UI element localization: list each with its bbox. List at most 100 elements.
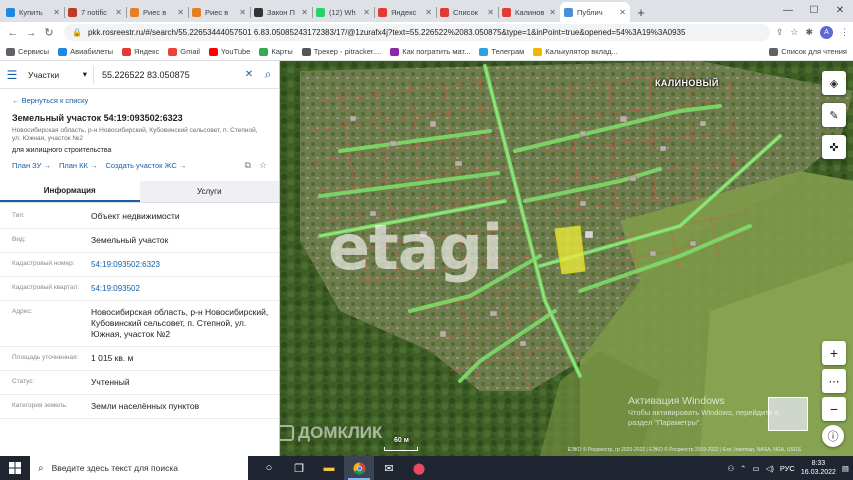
network-icon[interactable]: ▭ (752, 464, 759, 473)
bookmark-label: Трекер - pitracker.... (313, 47, 382, 56)
share-icon[interactable]: ⇪ (776, 27, 784, 38)
bookmark-favicon-icon (301, 47, 311, 56)
tab-close-icon[interactable]: ✕ (177, 8, 184, 17)
bookmark-item[interactable]: YouTube (208, 47, 250, 56)
file-explorer-icon[interactable]: ▬ (314, 456, 344, 480)
more-options-icon[interactable]: ⋯ (822, 369, 846, 393)
bookmark-item[interactable]: Gmail (168, 47, 200, 56)
bookmark-item[interactable]: Как погратить мат... (390, 47, 470, 56)
bookmark-item[interactable]: Трекер - pitracker.... (301, 47, 382, 56)
bookmark-item[interactable]: Сервисы (6, 47, 49, 56)
bookmark-item[interactable]: Авиабилеты (58, 47, 113, 56)
tab-title: Список (453, 7, 478, 17)
zoom-in-button[interactable]: + (822, 341, 846, 365)
tab-close-icon[interactable]: ✕ (115, 8, 122, 17)
notifications-icon[interactable]: ▤ (842, 464, 849, 473)
drop-app-icon[interactable]: ⬤ (404, 456, 434, 480)
tab-close-icon[interactable]: ✕ (363, 8, 370, 17)
property-row: Статус: Учтенный (0, 371, 279, 395)
browser-tab[interactable]: Список ✕ (436, 2, 498, 22)
search-icon[interactable]: ⌕ (257, 67, 279, 82)
tab-close-icon[interactable]: ✕ (549, 8, 556, 17)
bookmark-item[interactable]: Калькулятор вклад... (533, 47, 618, 56)
tab-title: Купить (19, 7, 43, 17)
tab-close-icon[interactable]: ✕ (425, 8, 432, 17)
browser-tab[interactable]: Яндекс ✕ (374, 2, 436, 22)
taskbar-search[interactable]: ⌕ Введите здесь текст для поиска (30, 456, 248, 480)
close-window-icon[interactable]: ✕ (827, 0, 853, 20)
browser-tab[interactable]: Закон П ✕ (250, 2, 312, 22)
volume-icon[interactable]: ◁) (766, 464, 774, 473)
plan-kk-link[interactable]: План КК → (59, 161, 98, 170)
mail-icon[interactable]: ✉ (374, 456, 404, 480)
bookmark-item[interactable]: Карты (259, 47, 293, 56)
language-indicator[interactable]: РУС (780, 464, 795, 473)
property-label: Кадастровый квартал: (12, 284, 80, 291)
browser-tab[interactable]: 7 notific ✕ (64, 2, 126, 22)
people-icon[interactable]: ⚇ (727, 464, 734, 473)
extensions-icon[interactable]: ✱ (805, 27, 813, 38)
tray-chevron-icon[interactable]: ⌃ (740, 464, 746, 473)
domclick-logo-icon (280, 425, 294, 441)
bookmark-star-icon[interactable]: ☆ (790, 27, 798, 38)
address-bar[interactable]: 🔒 pkk.rosreestr.ru/#/search/55.226534440… (64, 24, 770, 41)
plan-zu-link[interactable]: План ЗУ → (12, 161, 51, 170)
zoom-out-button[interactable]: − (822, 397, 846, 421)
chrome-icon[interactable] (344, 456, 374, 480)
property-value: Земли населённых пунктов (91, 401, 200, 411)
bookmark-label: Карты (271, 47, 293, 56)
cortana-icon[interactable]: ○ (254, 456, 284, 480)
layers-icon[interactable]: ◈ (822, 71, 846, 95)
tab-close-icon[interactable]: ✕ (619, 8, 626, 17)
clear-icon[interactable]: ✕ (241, 69, 257, 80)
tab-close-icon[interactable]: ✕ (487, 8, 494, 17)
maximize-icon[interactable]: ☐ (801, 0, 827, 20)
browser-tab[interactable]: (12) Wh ✕ (312, 2, 374, 22)
tab-title: (12) Wh (329, 7, 356, 17)
hamburger-icon[interactable]: ☰ (0, 68, 24, 82)
browser-tab[interactable]: Публич ✕ (560, 2, 630, 22)
create-parcel-link[interactable]: Создать участок ЖС → (105, 161, 186, 170)
map-info-icon[interactable]: ⓘ (822, 425, 844, 447)
bookmark-favicon-icon (122, 47, 132, 56)
browser-tab[interactable]: Риес в ✕ (126, 2, 188, 22)
bookmarks-bar: Сервисы Авиабилеты Яндекс Gmail YouTube Карты… (0, 43, 853, 61)
reading-list-icon (769, 47, 779, 56)
reload-icon[interactable]: ↻ (40, 26, 58, 39)
bookmark-item[interactable]: Телеграм (479, 47, 524, 56)
browser-tab[interactable]: Риес в ✕ (188, 2, 250, 22)
search-input[interactable] (94, 69, 241, 80)
browser-tab[interactable]: Калинов ✕ (498, 2, 560, 22)
back-icon[interactable]: ← (4, 27, 22, 39)
copy-icon[interactable]: ⧉ (244, 160, 250, 171)
minimize-icon[interactable]: — (775, 0, 801, 20)
search-type-select[interactable]: Участки ▾ (24, 65, 94, 84)
map-view[interactable]: КАЛИНОВЫЙ etagi ◈ ✎ ✜ + ⋯ − ⓘ Активация … (280, 61, 853, 456)
tab-close-icon[interactable]: ✕ (53, 8, 60, 17)
tab-information[interactable]: Информация (0, 181, 140, 202)
tab-services[interactable]: Услуги (139, 181, 279, 202)
task-view-icon[interactable]: ❐ (284, 456, 314, 480)
start-button[interactable] (0, 456, 30, 480)
property-value-link[interactable]: 54:19:093502:6323 (91, 259, 279, 270)
measure-icon[interactable]: ✎ (822, 103, 846, 127)
forward-icon[interactable]: → (22, 27, 40, 39)
reading-list[interactable]: Список для чтения (769, 47, 847, 56)
back-to-list-link[interactable]: ← Вернуться к списку (0, 89, 279, 113)
avatar[interactable]: A (820, 26, 833, 39)
clock[interactable]: 8:33 16.03.2022 (801, 459, 836, 477)
tab-favicon-icon (68, 7, 77, 17)
locate-icon[interactable]: ✜ (822, 135, 846, 159)
search-icon: ⌕ (38, 462, 44, 474)
menu-dots-icon[interactable]: ⋮ (840, 27, 849, 38)
property-value-link[interactable]: 54:19:093502 (91, 283, 279, 294)
bookmark-item[interactable]: Яндекс (122, 47, 159, 56)
favorite-star-icon[interactable]: ☆ (259, 160, 267, 171)
tab-close-icon[interactable]: ✕ (301, 8, 308, 17)
new-tab-button[interactable]: + (632, 2, 650, 22)
tab-close-icon[interactable]: ✕ (239, 8, 246, 17)
tab-title: Яндекс (391, 7, 417, 17)
browser-tab[interactable]: Купить ✕ (2, 2, 64, 22)
property-label: Кадастровый номер: (12, 260, 75, 267)
property-value: 1 015 кв. м (91, 353, 134, 363)
